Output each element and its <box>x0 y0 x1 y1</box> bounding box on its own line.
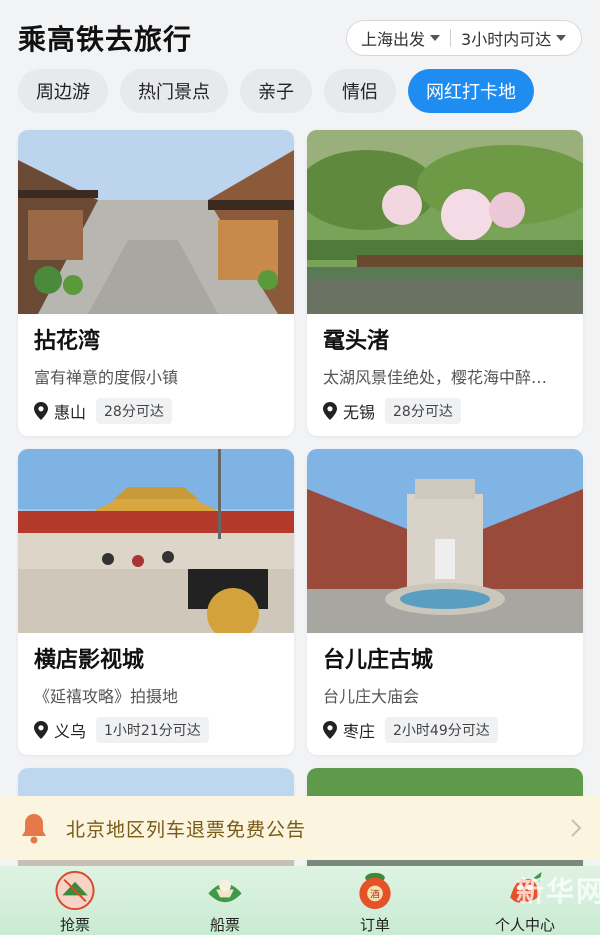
page-title: 乘高铁去旅行 <box>18 23 193 56</box>
destination-card[interactable]: 鼋头渚 太湖风景佳绝处，樱花海中醉… 无锡 28分可达 <box>307 130 583 436</box>
orders-icon: 酒 <box>359 872 391 910</box>
caret-down-icon <box>556 35 567 41</box>
departure-label: 上海出发 <box>361 30 426 49</box>
location-pin-icon <box>323 402 337 420</box>
destination-meta: 义乌 1小时21分可达 <box>34 717 278 743</box>
nav-label: 抢票 <box>59 916 90 934</box>
destination-card[interactable]: 台儿庄古城 台儿庄大庙会 枣庄 2小时49分可达 <box>307 449 583 755</box>
category-tabs: 周边游 热门景点 亲子 情侣 网红打卡地 <box>18 69 534 113</box>
svg-text:酒: 酒 <box>370 888 380 900</box>
tab-popular[interactable]: 热门景点 <box>120 69 228 113</box>
watermark-text: 新华网 <box>515 875 600 908</box>
travel-time-badge: 28分可达 <box>96 398 172 424</box>
destination-photo <box>307 449 583 633</box>
destination-photo <box>18 449 294 633</box>
card-body: 拈花湾 富有禅意的度假小镇 惠山 28分可达 <box>18 314 294 436</box>
nav-ferry-ticket[interactable]: 船票 <box>150 866 300 935</box>
destination-card[interactable]: 横店影视城 《延禧攻略》拍摄地 义乌 1小时21分可达 <box>18 449 294 755</box>
nav-grab-ticket[interactable]: 抢票 <box>0 866 150 935</box>
announcement-text: 北京地区列车退票免费公告 <box>66 818 307 841</box>
destination-name: 横店影视城 <box>34 648 145 673</box>
destination-name: 拈花湾 <box>34 329 101 354</box>
app-page: 乘高铁去旅行 上海出发 3小时内可达 周边游 热门景点 亲子 情侣 网红打卡地 <box>0 0 600 935</box>
tab-nearby[interactable]: 周边游 <box>18 69 108 113</box>
destination-desc: 太湖风景佳绝处，樱花海中醉… <box>323 368 548 387</box>
destination-card[interactable]: 拈花湾 富有禅意的度假小镇 惠山 28分可达 <box>18 130 294 436</box>
tab-couple[interactable]: 情侣 <box>324 69 396 113</box>
location-pin-icon <box>34 721 48 739</box>
filter-bar: 上海出发 3小时内可达 <box>346 20 582 56</box>
ferry-ticket-icon <box>208 879 242 903</box>
nav-profile[interactable]: 个人中心 新华网 <box>450 866 600 935</box>
destination-city: 无锡 <box>343 403 376 422</box>
destination-name: 台儿庄古城 <box>323 648 434 673</box>
destination-meta: 枣庄 2小时49分可达 <box>323 717 567 743</box>
travel-time-badge: 28分可达 <box>385 398 461 424</box>
destination-photo <box>18 130 294 314</box>
range-selector[interactable]: 3小时内可达 <box>451 21 567 55</box>
departure-selector[interactable]: 上海出发 <box>347 21 441 55</box>
destination-desc: 台儿庄大庙会 <box>323 687 420 706</box>
destination-city: 惠山 <box>54 403 87 422</box>
announcement-bar[interactable]: 北京地区列车退票免费公告 <box>0 796 600 860</box>
nav-orders[interactable]: 酒 订单 <box>300 866 450 935</box>
tab-family[interactable]: 亲子 <box>240 69 312 113</box>
range-label: 3小时内可达 <box>461 30 552 49</box>
caret-down-icon <box>430 35 441 41</box>
nav-label: 订单 <box>359 916 390 934</box>
travel-time-badge: 1小时21分可达 <box>96 717 209 743</box>
header: 乘高铁去旅行 上海出发 3小时内可达 <box>0 0 600 70</box>
chevron-right-icon <box>571 819 582 837</box>
nav-label: 个人中心 <box>494 916 555 934</box>
tab-influencer-spots[interactable]: 网红打卡地 <box>408 69 534 113</box>
location-pin-icon <box>34 402 48 420</box>
destination-meta: 无锡 28分可达 <box>323 398 567 424</box>
card-body: 横店影视城 《延禧攻略》拍摄地 义乌 1小时21分可达 <box>18 633 294 755</box>
card-body: 鼋头渚 太湖风景佳绝处，樱花海中醉… 无锡 28分可达 <box>307 314 583 436</box>
destination-desc: 《延禧攻略》拍摄地 <box>34 687 179 706</box>
destination-desc: 富有禅意的度假小镇 <box>34 368 179 387</box>
bottom-nav: 抢票 船票 酒 订单 个人中心 新华网 <box>0 866 600 935</box>
location-pin-icon <box>323 721 337 739</box>
card-body: 台儿庄古城 台儿庄大庙会 枣庄 2小时49分可达 <box>307 633 583 755</box>
destination-name: 鼋头渚 <box>323 329 390 354</box>
destination-photo <box>307 130 583 314</box>
destination-meta: 惠山 28分可达 <box>34 398 278 424</box>
ticket-grab-icon <box>55 870 95 911</box>
destination-city: 枣庄 <box>343 722 376 741</box>
destination-city: 义乌 <box>54 722 87 741</box>
bell-icon <box>22 814 46 844</box>
travel-time-badge: 2小时49分可达 <box>385 717 498 743</box>
nav-label: 船票 <box>209 916 240 934</box>
